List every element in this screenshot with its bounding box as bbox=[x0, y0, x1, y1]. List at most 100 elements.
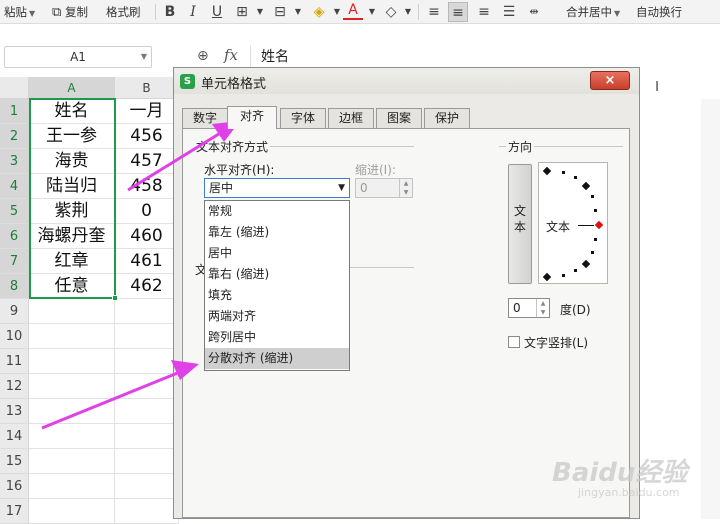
row-header[interactable]: 9 bbox=[0, 299, 29, 324]
close-button[interactable]: × bbox=[590, 71, 630, 90]
row-header[interactable]: 15 bbox=[0, 449, 29, 474]
tab-protection[interactable]: 保护 bbox=[424, 108, 470, 128]
tab-font[interactable]: 字体 bbox=[280, 108, 326, 128]
dropdown-option[interactable]: 填充 bbox=[205, 285, 349, 306]
cell-a[interactable] bbox=[29, 424, 115, 449]
tab-border[interactable]: 边框 bbox=[328, 108, 374, 128]
cell-b[interactable]: 一月 bbox=[115, 99, 179, 124]
cell-a[interactable] bbox=[29, 399, 115, 424]
column-header-i[interactable]: I bbox=[637, 77, 677, 99]
row-header[interactable]: 1 bbox=[0, 99, 29, 124]
dropdown-option[interactable]: 靠左 (缩进) bbox=[205, 222, 349, 243]
merge-center-button[interactable]: 合并居中 ▼ bbox=[566, 3, 620, 21]
cell-b[interactable]: 456 bbox=[115, 124, 179, 149]
cell-b[interactable]: 462 bbox=[115, 274, 179, 299]
cell-b[interactable] bbox=[115, 324, 179, 349]
formula-input[interactable]: 姓名 bbox=[250, 46, 716, 68]
cell-a[interactable] bbox=[29, 299, 115, 324]
row-header[interactable]: 14 bbox=[0, 424, 29, 449]
row-header[interactable]: 4 bbox=[0, 174, 29, 199]
cell-a[interactable] bbox=[29, 499, 115, 524]
format-painter-button[interactable]: 格式刷 bbox=[106, 3, 141, 21]
spin-up-icon[interactable]: ▲ bbox=[537, 299, 549, 308]
cell-b[interactable] bbox=[115, 474, 179, 499]
tab-pattern[interactable]: 图案 bbox=[376, 108, 422, 128]
cell-a[interactable]: 陆当归 bbox=[29, 174, 115, 199]
cell-b[interactable]: 457 bbox=[115, 149, 179, 174]
copy-button[interactable]: ⧉ 复制 bbox=[52, 3, 88, 21]
italic-icon[interactable]: I bbox=[183, 2, 203, 22]
cell-a[interactable]: 海贵 bbox=[29, 149, 115, 174]
wrap-text-button[interactable]: 自动换行 bbox=[636, 3, 682, 21]
cell-a[interactable] bbox=[29, 449, 115, 474]
align-center-icon[interactable]: ≡ bbox=[448, 2, 468, 22]
cell-a[interactable] bbox=[29, 349, 115, 374]
dropdown-option[interactable]: 常规 bbox=[205, 201, 349, 222]
name-box[interactable]: A1 ▼ bbox=[4, 46, 152, 68]
cell-b[interactable] bbox=[115, 349, 179, 374]
column-header-a[interactable]: A bbox=[29, 77, 115, 99]
border-icon[interactable]: ⊞ bbox=[232, 2, 252, 22]
row-header[interactable]: 16 bbox=[0, 474, 29, 499]
row-header[interactable]: 6 bbox=[0, 224, 29, 249]
row-header[interactable]: 17 bbox=[0, 499, 29, 524]
column-header-b[interactable]: B bbox=[115, 77, 179, 99]
cell-a[interactable]: 海螺丹奎 bbox=[29, 224, 115, 249]
row-header[interactable]: 7 bbox=[0, 249, 29, 274]
dropdown-option[interactable]: 跨列居中 bbox=[205, 327, 349, 348]
vertical-text-checkbox[interactable] bbox=[508, 336, 520, 348]
function-icon[interactable]: fx bbox=[224, 46, 238, 64]
row-header[interactable]: 8 bbox=[0, 274, 29, 299]
cell-b[interactable] bbox=[115, 299, 179, 324]
align-right-icon[interactable]: ≡ bbox=[474, 2, 494, 22]
degree-stepper[interactable]: 0 ▲ ▼ bbox=[508, 298, 550, 318]
zoom-lookup-icon[interactable]: ⊕ bbox=[197, 48, 209, 64]
fill-handle[interactable] bbox=[112, 295, 118, 301]
row-header[interactable]: 2 bbox=[0, 124, 29, 149]
fill-style-icon[interactable]: ⊟ bbox=[270, 2, 290, 22]
justify-icon[interactable]: ☰ bbox=[499, 2, 519, 22]
cell-a[interactable]: 姓名 bbox=[29, 99, 115, 124]
cell-a[interactable] bbox=[29, 324, 115, 349]
cell-a[interactable]: 紫荆 bbox=[29, 199, 115, 224]
row-header[interactable]: 10 bbox=[0, 324, 29, 349]
cell-b[interactable]: 458 bbox=[115, 174, 179, 199]
bold-icon[interactable]: B bbox=[160, 2, 180, 22]
dialog-titlebar[interactable]: S 单元格格式 × bbox=[174, 68, 639, 94]
select-all-corner[interactable] bbox=[0, 77, 29, 99]
vertical-text-button[interactable]: 文本 bbox=[508, 164, 532, 284]
cell-b[interactable] bbox=[115, 499, 179, 524]
cell-b[interactable]: 0 bbox=[115, 199, 179, 224]
cell-b[interactable] bbox=[115, 449, 179, 474]
chevron-down-icon[interactable]: ▼ bbox=[288, 2, 308, 22]
cell-a[interactable]: 红章 bbox=[29, 249, 115, 274]
fill-color-icon[interactable]: ◈ bbox=[309, 2, 329, 22]
cell-a[interactable] bbox=[29, 374, 115, 399]
row-header[interactable]: 3 bbox=[0, 149, 29, 174]
dropdown-option[interactable]: 居中 bbox=[205, 243, 349, 264]
horizontal-align-select[interactable]: 居中 ▼ bbox=[204, 178, 350, 198]
dropdown-option[interactable]: 两端对齐 bbox=[205, 306, 349, 327]
cell-a[interactable]: 任意 bbox=[29, 274, 115, 299]
row-header[interactable]: 5 bbox=[0, 199, 29, 224]
font-color-icon[interactable]: A bbox=[343, 2, 363, 20]
dial-current-marker[interactable] bbox=[594, 220, 604, 230]
underline-icon[interactable]: U bbox=[207, 2, 227, 22]
tab-alignment[interactable]: 对齐 bbox=[227, 106, 277, 129]
cell-b[interactable]: 461 bbox=[115, 249, 179, 274]
spin-down-icon[interactable]: ▼ bbox=[537, 308, 549, 317]
row-header[interactable]: 13 bbox=[0, 399, 29, 424]
cell-b[interactable] bbox=[115, 399, 179, 424]
paste-button[interactable]: 粘贴 ▼ bbox=[4, 3, 35, 21]
cell-a[interactable] bbox=[29, 474, 115, 499]
cell-b[interactable] bbox=[115, 424, 179, 449]
cell-b[interactable]: 460 bbox=[115, 224, 179, 249]
row-header[interactable]: 11 bbox=[0, 349, 29, 374]
chevron-down-icon[interactable]: ▼ bbox=[250, 2, 270, 22]
orientation-dial[interactable]: 文本 bbox=[538, 162, 608, 284]
chevron-down-icon[interactable]: ▼ bbox=[362, 2, 382, 22]
row-header[interactable]: 12 bbox=[0, 374, 29, 399]
dropdown-option[interactable]: 分散对齐 (缩进) bbox=[205, 348, 349, 369]
dropdown-option[interactable]: 靠右 (缩进) bbox=[205, 264, 349, 285]
cell-b[interactable] bbox=[115, 374, 179, 399]
